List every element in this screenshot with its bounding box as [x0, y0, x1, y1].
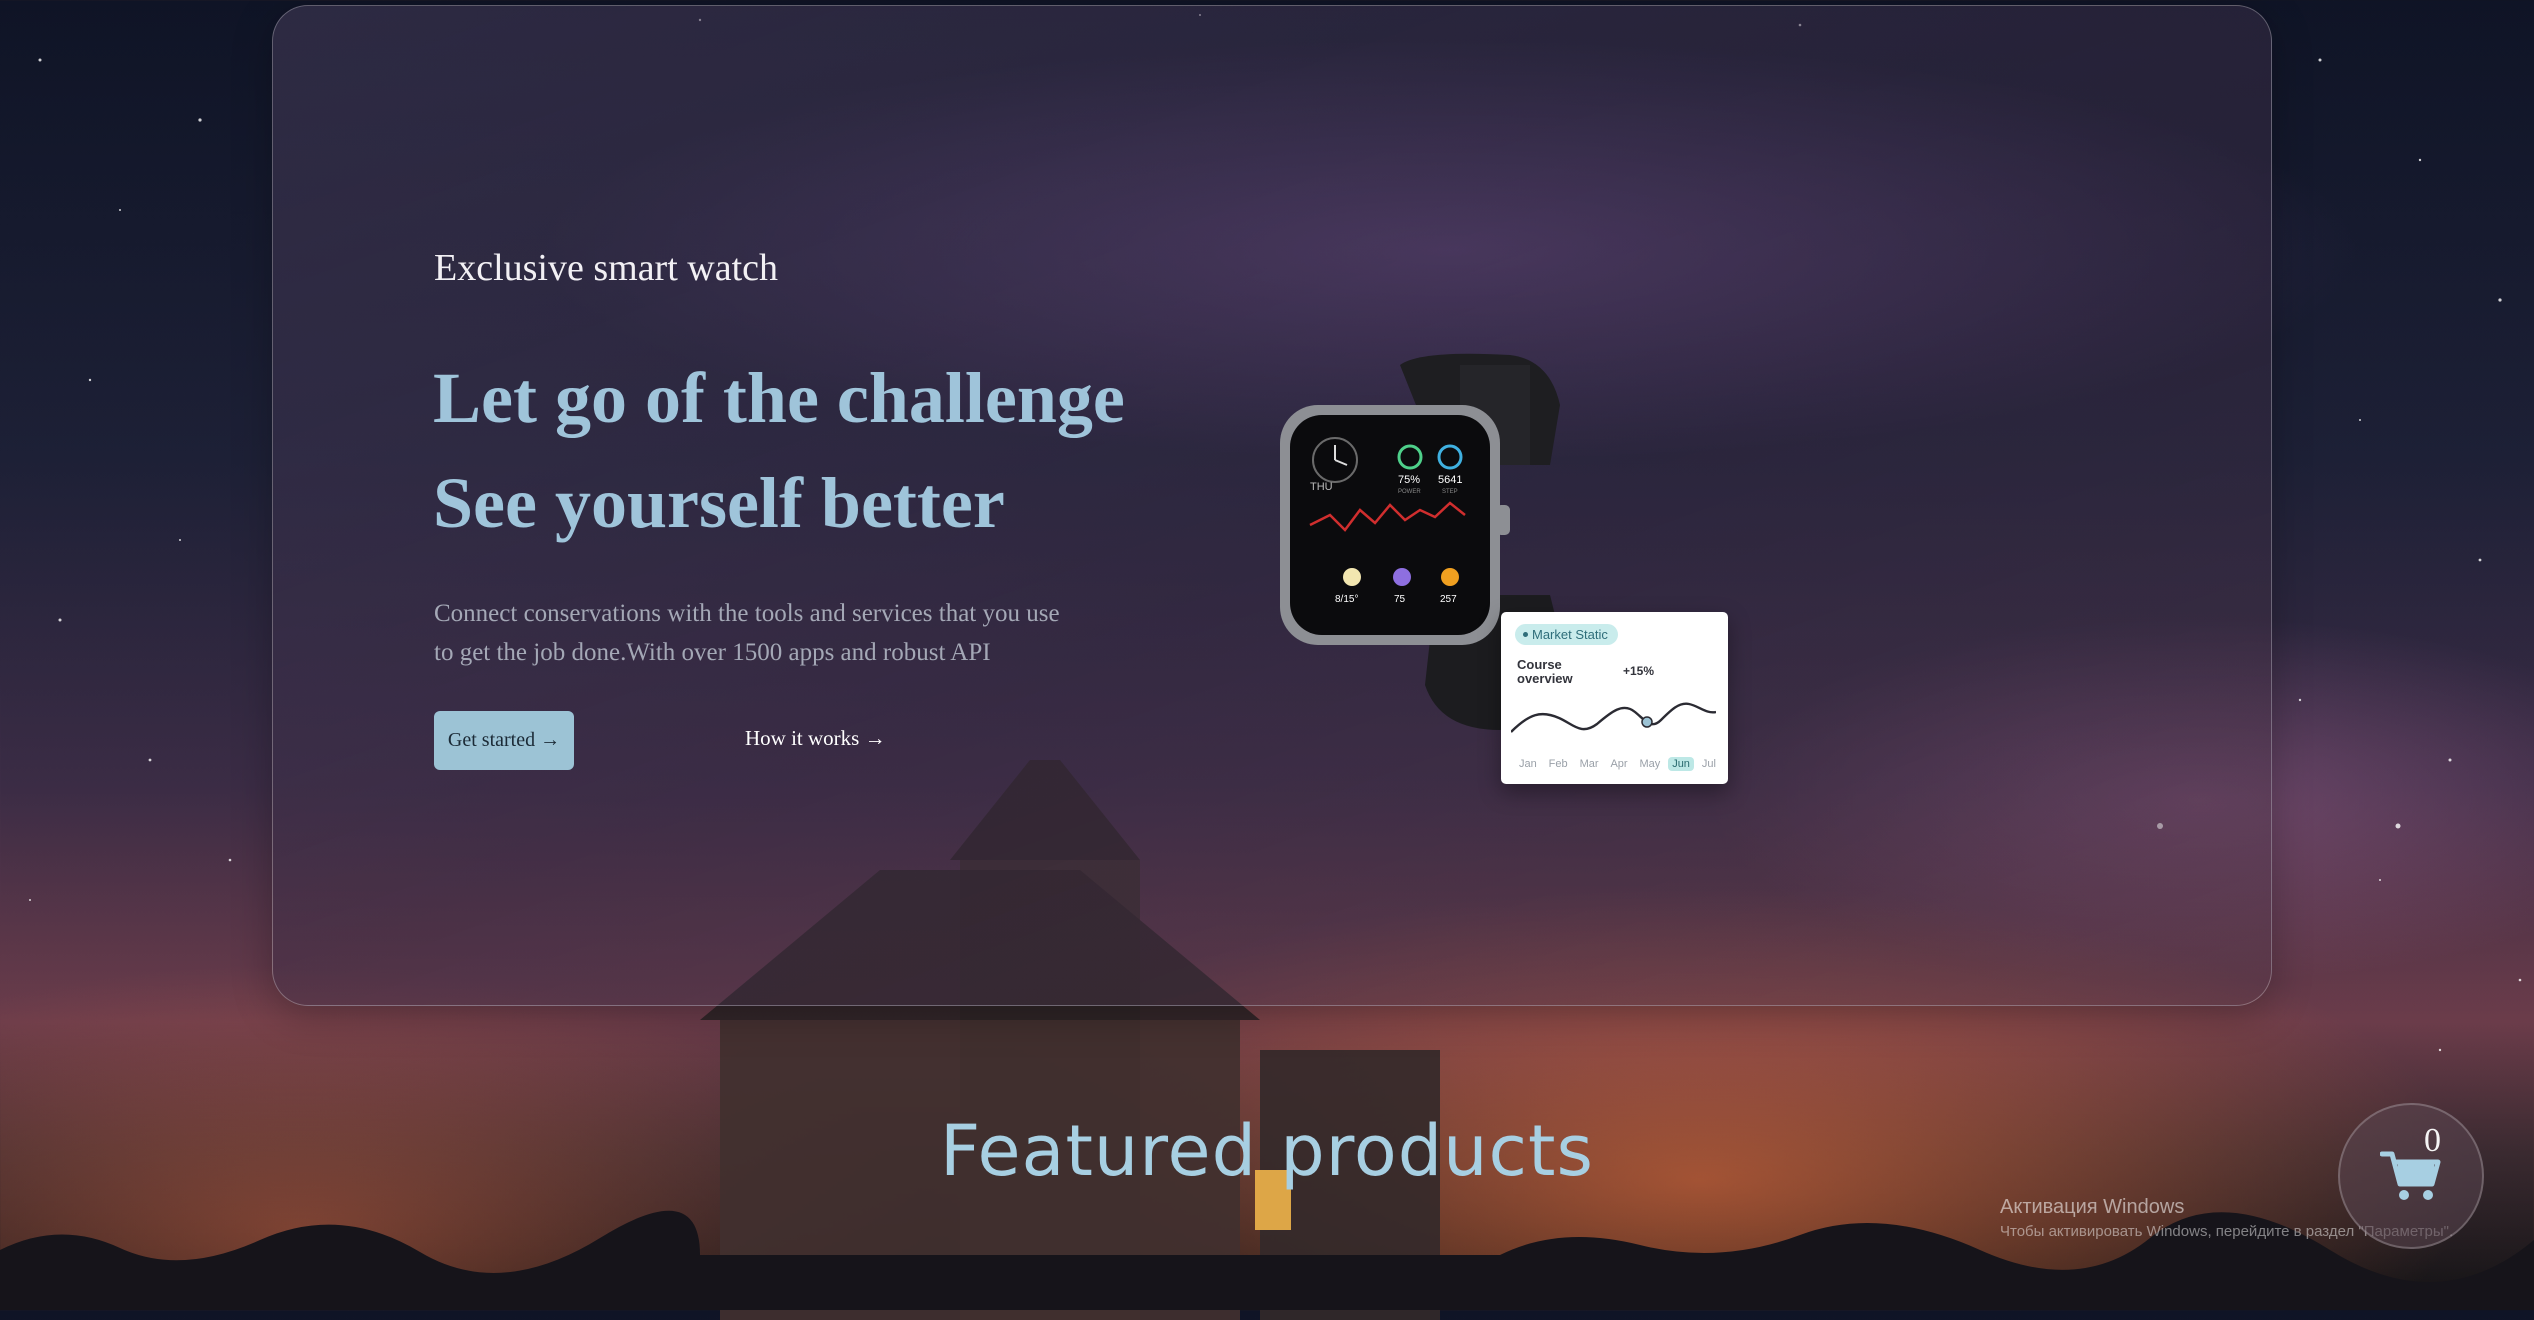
how-it-works-link[interactable]: How it works →: [745, 726, 886, 751]
watch-battery-label: POWER: [1398, 489, 1421, 495]
month-label: Jul: [1701, 758, 1716, 770]
hero-eyebrow: Exclusive smart watch: [434, 247, 779, 289]
watch-steps-label: STEP: [1442, 489, 1458, 495]
market-static-card: Market Static Course overview +15% Jan F…: [1501, 612, 1728, 784]
headline-line-2: See yourself better: [433, 463, 1005, 543]
cart-button[interactable]: [2338, 1103, 2484, 1249]
month-label: May: [1639, 758, 1661, 770]
month-axis: Jan Feb Mar Apr May Jun Jul: [1515, 757, 1720, 771]
watch-weather: 8/15°: [1335, 594, 1358, 605]
month-label: Feb: [1548, 758, 1568, 770]
month-label: Mar: [1579, 758, 1599, 770]
hero-description: Connect conservations with the tools and…: [434, 600, 1060, 666]
watch-steps: 5641: [1438, 474, 1462, 486]
sparkline-highlight-point: [1641, 716, 1653, 728]
badge-dot-icon: [1523, 632, 1528, 637]
featured-products-heading: Featured products: [940, 1110, 1594, 1192]
watch-day: THU: [1310, 481, 1333, 493]
headline-line-1: Let go of the challenge: [433, 358, 1125, 438]
watch-calories: 257: [1440, 594, 1457, 605]
cart-count: 0: [2424, 1122, 2441, 1159]
month-label: Apr: [1610, 758, 1628, 770]
get-started-button[interactable]: Get started →: [434, 711, 574, 770]
watch-battery: 75%: [1398, 474, 1420, 486]
badge-label: Market Static: [1532, 627, 1608, 642]
hero-headline: Let go of the challenge See yourself bet…: [433, 346, 1125, 556]
month-label: Jan: [1519, 758, 1537, 770]
course-overview-sparkline: [1511, 702, 1716, 733]
month-label-active: Jun: [1668, 757, 1694, 771]
market-static-badge: Market Static: [1515, 624, 1618, 645]
watch-heart: 75: [1394, 594, 1406, 605]
